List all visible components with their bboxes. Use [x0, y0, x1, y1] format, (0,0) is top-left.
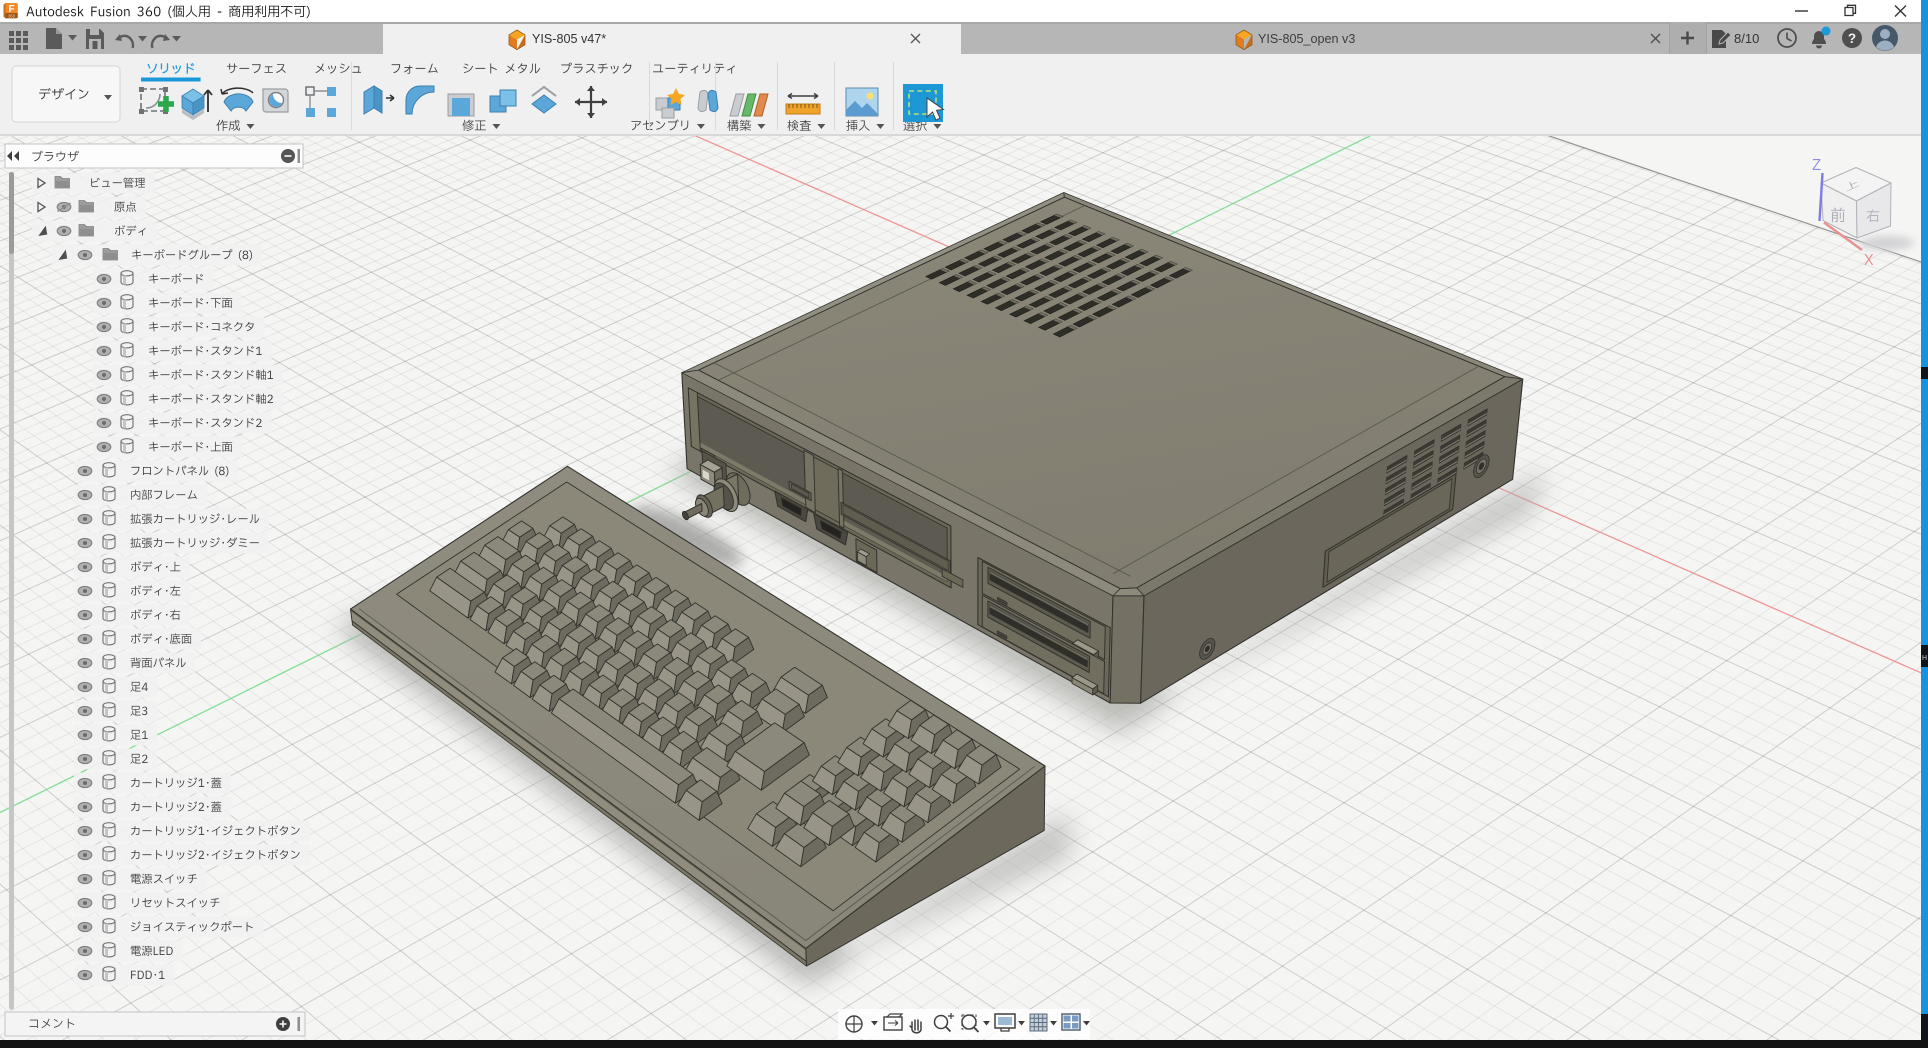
svg-text:H: H: [1922, 655, 1927, 662]
svg-text:8/10: 8/10: [1734, 31, 1759, 46]
svg-text:360: 360: [8, 14, 16, 19]
svg-text:?: ?: [1848, 31, 1856, 46]
svg-text:YIS-805_open v3: YIS-805_open v3: [1258, 32, 1355, 46]
svg-text:YIS-805 v47*: YIS-805 v47*: [532, 32, 606, 46]
